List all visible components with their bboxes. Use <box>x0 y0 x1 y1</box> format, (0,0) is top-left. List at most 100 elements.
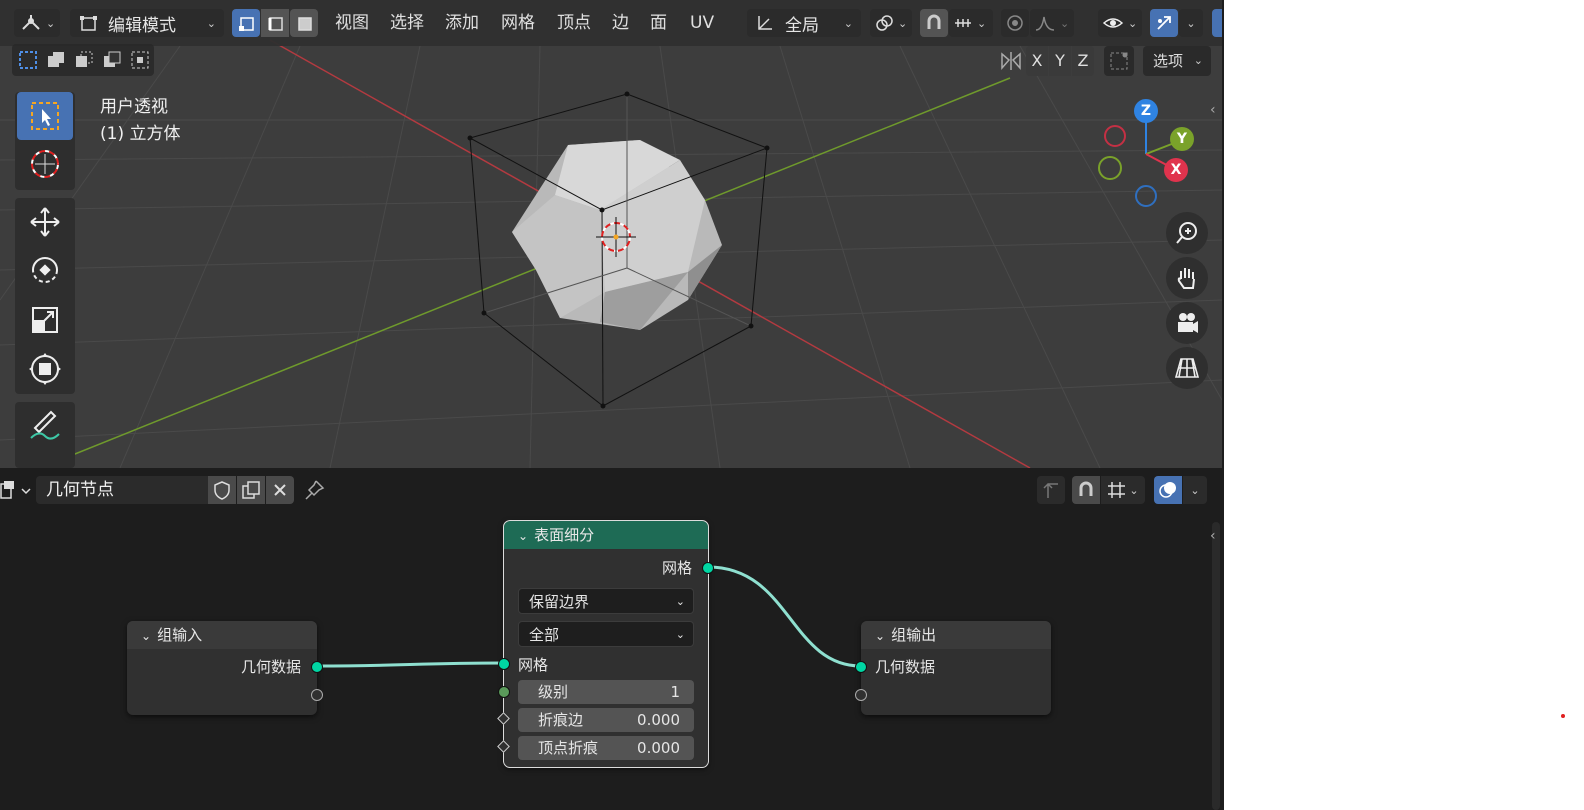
chevron-down-icon: ⌄ <box>206 16 216 30</box>
vertex-crease-value: 0.000 <box>637 739 680 757</box>
3d-viewport[interactable]: ⌄ 编辑模式 ⌄ 视图 选择 添加 网格 顶点 边 面 UV 全局 ⌄ ⌄ ⌄ … <box>0 0 1222 468</box>
gizmo-x-axis[interactable]: X <box>1164 158 1188 182</box>
output-socket-geometry[interactable] <box>311 661 323 673</box>
pan-button[interactable] <box>1166 257 1208 299</box>
active-object-name: (1) 立方体 <box>100 124 181 144</box>
zoom-button[interactable] <box>1166 212 1208 254</box>
options-dropdown[interactable]: 选项 ⌄ <box>1143 46 1211 76</box>
group-input-node[interactable]: ⌄ 组输入 几何数据 <box>127 621 323 715</box>
sidebar-expand-icon[interactable]: ‹ <box>1210 102 1216 118</box>
vertex-select-button[interactable] <box>232 9 260 37</box>
gizmo-icon <box>1157 16 1171 30</box>
menu-select[interactable]: 选择 <box>390 9 424 37</box>
select-intersect-icon[interactable] <box>130 50 150 70</box>
collapse-chevron-icon[interactable]: ⌄ <box>518 529 528 543</box>
menu-uv[interactable]: UV <box>690 9 714 37</box>
subdivision-surface-node[interactable]: ⌄ 表面细分 网格 保留边界 ⌄ 全部 ⌄ 网格 级别 1 折痕边 0.000 <box>497 520 714 768</box>
vertex-crease-field[interactable]: 顶点折痕 0.000 <box>518 736 694 760</box>
cursor-tool[interactable] <box>17 140 73 188</box>
menu-face[interactable]: 面 <box>650 9 667 37</box>
auto-merge-button[interactable] <box>1104 46 1134 76</box>
chevron-down-icon: ⌄ <box>898 16 908 30</box>
eye-icon <box>1102 18 1124 28</box>
select-extend-icon[interactable] <box>46 50 66 70</box>
snap-target-select[interactable]: ⌄ <box>949 9 993 37</box>
select-subtract-icon[interactable] <box>74 50 94 70</box>
annotate-tool[interactable] <box>17 402 73 450</box>
mirror-button[interactable] <box>996 46 1026 76</box>
input-geometry-label: 几何数据 <box>875 658 936 676</box>
editor-type-button[interactable]: ⌄ <box>14 9 60 37</box>
pivot-point-select[interactable]: ⌄ <box>870 9 912 37</box>
boundary-smooth-value: 全部 <box>529 626 560 644</box>
collapse-chevron-icon[interactable]: ⌄ <box>875 629 885 643</box>
transform-orientation-select[interactable]: 全局 ⌄ <box>747 9 861 37</box>
mirror-x-button[interactable]: X <box>1026 46 1048 76</box>
gizmo-y-axis[interactable]: Y <box>1170 127 1194 151</box>
transform-icon <box>29 353 61 385</box>
snap-toggle[interactable] <box>920 9 948 37</box>
rotate-tool[interactable] <box>17 246 73 294</box>
node-title: 组输入 <box>157 626 203 644</box>
chevron-down-icon: ⌄ <box>1186 16 1196 30</box>
face-select-icon <box>298 17 312 31</box>
proportional-edit-icon <box>1007 15 1023 31</box>
edge-crease-value: 0.000 <box>637 711 680 729</box>
chevron-down-icon: ⌄ <box>675 595 685 608</box>
cursor-tool-icon <box>31 150 59 178</box>
edge-select-button[interactable] <box>261 9 289 37</box>
annotate-pencil-icon <box>30 410 60 440</box>
face-select-button[interactable] <box>290 9 318 37</box>
3d-view-icon <box>22 15 40 30</box>
gizmo-z-axis[interactable]: Z <box>1134 99 1158 123</box>
node-header[interactable]: ⌄ 表面细分 <box>504 521 708 549</box>
select-box-tool[interactable] <box>17 92 73 140</box>
uv-smooth-select[interactable]: 保留边界 ⌄ <box>518 588 694 614</box>
ortho-toggle-button[interactable] <box>1166 347 1208 389</box>
input-socket-mesh[interactable] <box>498 658 510 670</box>
menu-add[interactable]: 添加 <box>445 9 479 37</box>
level-value: 1 <box>670 683 680 701</box>
scale-tool[interactable] <box>17 296 73 344</box>
input-socket-level[interactable] <box>498 686 510 698</box>
mirror-z-button[interactable]: Z <box>1072 46 1094 76</box>
mirror-y-button[interactable]: Y <box>1049 46 1071 76</box>
camera-view-button[interactable] <box>1166 302 1208 344</box>
node-editor[interactable]: 几何节点 ⌄ ⌄ ⌄ 组输入 几何数据 ⌄ 表面细分 网格 保留边界 ⌄ 全部 … <box>0 470 1222 810</box>
visibility-select[interactable]: ⌄ <box>1098 9 1142 37</box>
input-socket-empty[interactable] <box>855 689 867 701</box>
node-title: 组输出 <box>891 626 937 644</box>
magnet-icon <box>927 14 941 29</box>
group-output-node[interactable]: ⌄ 组输出 几何数据 <box>855 621 1051 715</box>
menu-vertex[interactable]: 顶点 <box>557 9 591 37</box>
level-field[interactable]: 级别 1 <box>518 680 694 704</box>
chevron-down-icon: ⌄ <box>977 16 987 30</box>
uv-smooth-value: 保留边界 <box>529 593 590 611</box>
menu-view[interactable]: 视图 <box>335 9 369 37</box>
gizmo-dropdown[interactable]: ⌄ <box>1179 9 1203 37</box>
transform-tool[interactable] <box>17 345 73 393</box>
output-mesh-label: 网格 <box>661 559 692 577</box>
select-invert-icon[interactable] <box>102 50 122 70</box>
move-tool[interactable] <box>17 198 73 246</box>
scale-icon <box>32 307 58 333</box>
node-header[interactable]: ⌄ 组输出 <box>861 621 1051 649</box>
edge-crease-field[interactable]: 折痕边 0.000 <box>518 708 694 732</box>
node-header[interactable]: ⌄ 组输入 <box>127 621 317 649</box>
proportional-falloff-select[interactable]: ⌄ <box>1030 9 1074 37</box>
menu-edge[interactable]: 边 <box>612 9 629 37</box>
overlay-toggle-partial[interactable] <box>1212 9 1222 37</box>
vertical-scrollbar[interactable] <box>1212 522 1220 810</box>
menu-mesh[interactable]: 网格 <box>501 9 535 37</box>
collapse-chevron-icon[interactable]: ⌄ <box>141 629 151 643</box>
output-socket-mesh[interactable] <box>702 562 714 574</box>
gizmo-toggle[interactable] <box>1150 9 1178 37</box>
select-mode-bar <box>12 44 154 76</box>
mode-select[interactable]: 编辑模式 ⌄ <box>70 9 224 37</box>
select-new-icon[interactable] <box>18 50 38 70</box>
sidebar-expand-icon[interactable]: ‹ <box>1210 528 1216 544</box>
proportional-edit-toggle[interactable] <box>1001 9 1029 37</box>
output-socket-empty[interactable] <box>311 689 323 701</box>
boundary-smooth-select[interactable]: 全部 ⌄ <box>518 621 694 647</box>
input-socket-geometry[interactable] <box>855 661 867 673</box>
